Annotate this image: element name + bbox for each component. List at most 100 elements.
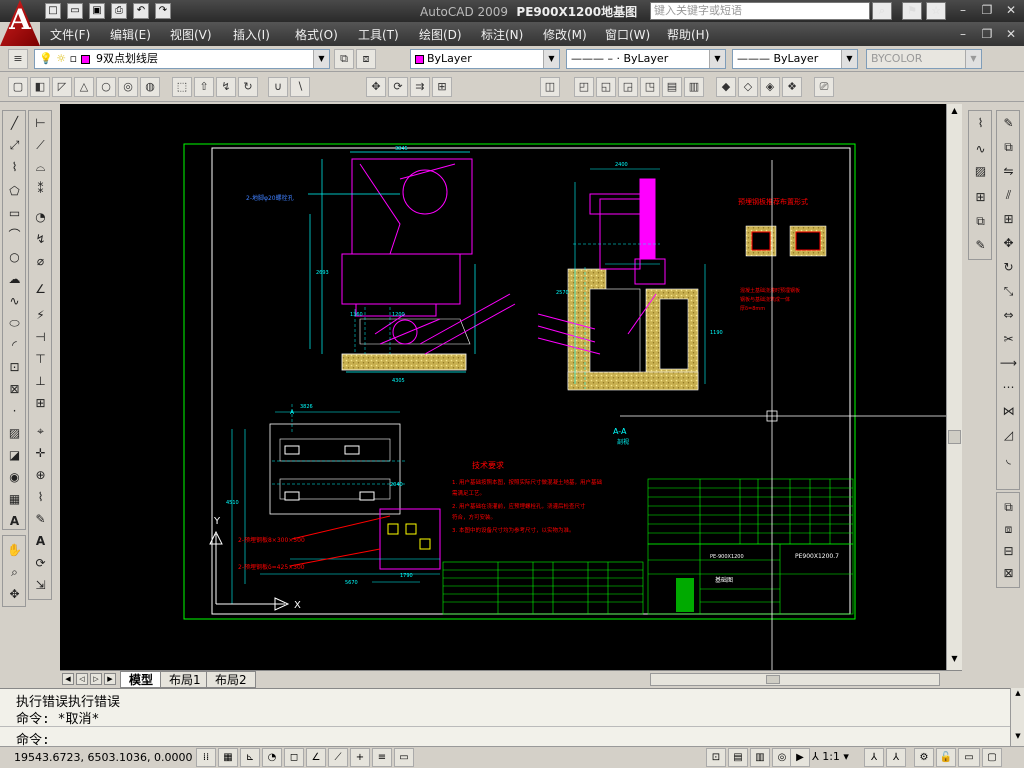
gradient-icon[interactable]: ◪: [4, 445, 25, 466]
layer-merge-icon[interactable]: ⊠: [998, 563, 1019, 584]
layer-isolate-icon[interactable]: ⧈: [998, 519, 1019, 540]
dynamic-input-icon[interactable]: +: [350, 748, 370, 767]
doc-restore-button[interactable]: ❐: [976, 26, 998, 42]
subtract-icon[interactable]: ∖: [290, 77, 310, 97]
aligned-dim-icon[interactable]: ⟋: [30, 135, 51, 156]
menu-window[interactable]: 窗口(W): [605, 26, 650, 43]
linear-dim-icon[interactable]: ⊢: [30, 113, 51, 134]
chamfer-icon[interactable]: ◿: [998, 425, 1019, 446]
continue-dim-icon[interactable]: ⊤: [30, 349, 51, 370]
table-icon[interactable]: ▦: [4, 489, 25, 510]
pan-icon[interactable]: ✋: [4, 540, 25, 561]
point-icon[interactable]: ·: [4, 401, 25, 422]
scale-icon[interactable]: ⤡: [998, 281, 1019, 302]
zoom-icon[interactable]: ⌕: [4, 562, 25, 583]
cylinder-icon[interactable]: ◎: [118, 77, 138, 97]
mtext-icon[interactable]: A: [4, 511, 25, 532]
scroll-down-icon[interactable]: ▼: [1012, 732, 1024, 743]
make-block-icon[interactable]: ⊠: [4, 379, 25, 400]
insert-block-icon[interactable]: ⊡: [4, 357, 25, 378]
arc-icon[interactable]: ⌒: [4, 225, 25, 246]
extend-icon[interactable]: ⟶: [998, 353, 1019, 374]
extrude-icon[interactable]: ⬚: [172, 77, 192, 97]
menu-draw[interactable]: 绘图(D): [419, 26, 462, 43]
open-folder-icon[interactable]: ▭: [67, 3, 83, 19]
diameter-dim-icon[interactable]: ⌀: [30, 251, 51, 272]
search-icon[interactable]: ⌕: [872, 2, 892, 20]
quick-view-drawings-icon[interactable]: ▥: [750, 748, 770, 767]
lineweight-dropdown[interactable]: ——— ByLayer ▼: [732, 49, 858, 69]
menu-insert[interactable]: 插入(I): [233, 26, 270, 43]
3d-array-icon[interactable]: ⊞: [432, 77, 452, 97]
save-icon[interactable]: ▣: [89, 3, 105, 19]
dim-style-icon[interactable]: ⇲: [30, 575, 51, 596]
object-snap-icon[interactable]: ◻: [284, 748, 304, 767]
dim-update-icon[interactable]: ⟳: [30, 553, 51, 574]
construction-line-icon[interactable]: ⤢: [4, 135, 25, 156]
annotation-visibility-icon[interactable]: ⅄: [864, 748, 884, 767]
menu-edit[interactable]: 编辑(E): [110, 26, 151, 43]
scroll-thumb[interactable]: [948, 430, 961, 444]
scroll-up-icon[interactable]: ▲: [1012, 689, 1024, 700]
prev-tab-icon[interactable]: ◁: [76, 673, 88, 685]
3d-align-icon[interactable]: ⇉: [410, 77, 430, 97]
scroll-up-icon[interactable]: ▲: [948, 106, 961, 118]
first-tab-icon[interactable]: ◀: [62, 673, 74, 685]
tab-layout2[interactable]: 布局2: [206, 671, 256, 688]
revision-cloud-icon[interactable]: ☁: [4, 269, 25, 290]
menu-view[interactable]: 视图(V): [170, 26, 212, 43]
angular-dim-icon[interactable]: ∠: [30, 279, 51, 300]
linetype-dropdown[interactable]: ——— – · ByLayer ▼: [566, 49, 726, 69]
sphere-icon[interactable]: ○: [96, 77, 116, 97]
erase-icon[interactable]: ✎: [998, 113, 1019, 134]
dim-break-icon[interactable]: ⊞: [30, 393, 51, 414]
dynamic-ucs-icon[interactable]: ⟋: [328, 748, 348, 767]
tab-layout1[interactable]: 布局1: [160, 671, 210, 688]
help-search-input[interactable]: 键入关键字或短语: [650, 2, 870, 20]
layer-previous-icon[interactable]: ⧈: [356, 49, 376, 69]
rotate-icon[interactable]: ↻: [998, 257, 1019, 278]
iso-se-icon[interactable]: ◆: [716, 77, 736, 97]
quick-dim-icon[interactable]: ⚡: [30, 305, 51, 326]
minimize-button[interactable]: –: [952, 2, 974, 18]
doc-minimize-button[interactable]: –: [952, 26, 974, 42]
camera-icon[interactable]: ⎚: [814, 77, 834, 97]
edit-polyline-icon[interactable]: ⌇: [970, 113, 991, 134]
make-current-layer-icon[interactable]: ⧉: [334, 49, 354, 69]
quick-properties-icon[interactable]: ▭: [394, 748, 414, 767]
jogged-dim-icon[interactable]: ↯: [30, 229, 51, 250]
hscroll-thumb[interactable]: [766, 675, 780, 684]
iso-sw-icon[interactable]: ❖: [782, 77, 802, 97]
jogged-linear-icon[interactable]: ⌇: [30, 487, 51, 508]
break-icon[interactable]: ⋯: [998, 377, 1019, 398]
quick-view-layouts-icon[interactable]: ▤: [728, 748, 748, 767]
workspace-switching-icon[interactable]: ⚙: [914, 748, 934, 767]
showmotion-icon[interactable]: ▶: [790, 748, 810, 767]
command-scrollbar[interactable]: ▲ ▼: [1010, 688, 1024, 746]
view-left-icon[interactable]: ◱: [596, 77, 616, 97]
lineweight-icon[interactable]: ≡: [372, 748, 392, 767]
ordinate-dim-icon[interactable]: ⁑: [30, 179, 51, 200]
dim-space-icon[interactable]: ⊥: [30, 371, 51, 392]
array-icon[interactable]: ⊞: [998, 209, 1019, 230]
polyline-icon[interactable]: ⌇: [4, 157, 25, 178]
region-icon[interactable]: ◉: [4, 467, 25, 488]
status-tray-settings-icon[interactable]: ▭: [958, 748, 980, 767]
drawing-canvas[interactable]: 3845 2693 1360 1200 4305 2-地脚φ20螺栓孔 2400…: [60, 104, 946, 670]
command-input[interactable]: 命令:: [0, 726, 1010, 748]
presspull-icon[interactable]: ⇧: [194, 77, 214, 97]
plotstyle-dropdown[interactable]: BYCOLOR ▼: [866, 49, 982, 69]
view-top-icon[interactable]: ◫: [540, 77, 560, 97]
clean-screen-icon[interactable]: ▢: [982, 748, 1002, 767]
edit-array-icon[interactable]: ⊞: [970, 187, 991, 208]
view-front-icon[interactable]: ◳: [640, 77, 660, 97]
layer-states-icon[interactable]: ⧉: [998, 497, 1019, 518]
line-icon[interactable]: ╱: [4, 113, 25, 134]
next-tab-icon[interactable]: ▷: [90, 673, 102, 685]
menu-modify[interactable]: 修改(M): [543, 26, 587, 43]
cone-icon[interactable]: △: [74, 77, 94, 97]
spline-icon[interactable]: ∿: [4, 291, 25, 312]
view-right-icon[interactable]: ◲: [618, 77, 638, 97]
close-button[interactable]: ✕: [1000, 2, 1022, 18]
wedge-icon[interactable]: ◸: [52, 77, 72, 97]
